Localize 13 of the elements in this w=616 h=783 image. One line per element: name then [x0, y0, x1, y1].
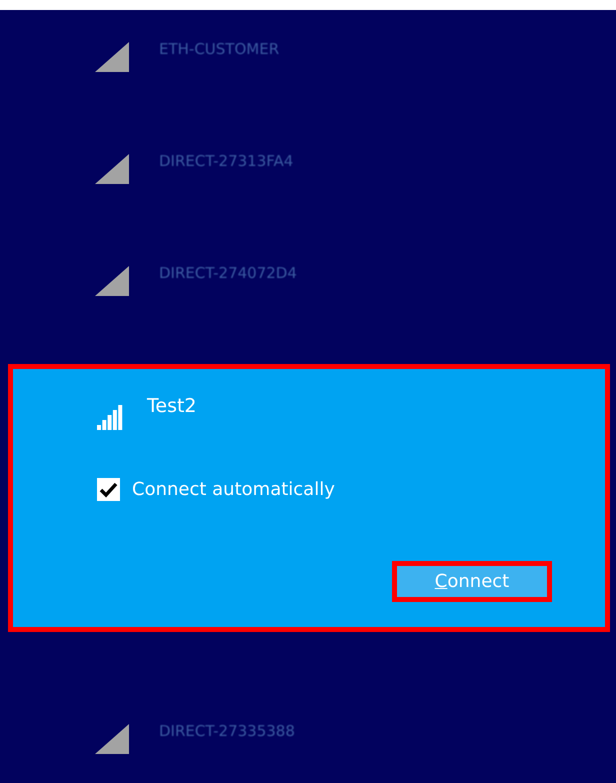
network-name[interactable]: DIRECT-27335388: [159, 722, 295, 740]
signal-icon: [95, 266, 131, 296]
signal-icon: [95, 724, 131, 754]
network-name[interactable]: DIRECT-274072D4: [159, 264, 297, 282]
network-name: Test2: [147, 395, 197, 417]
network-name[interactable]: DIRECT-27313FA4: [159, 152, 294, 170]
connect-button[interactable]: Connect: [392, 561, 552, 602]
checkbox[interactable]: [97, 478, 120, 501]
signal-icon: [95, 42, 131, 72]
checkbox-label: Connect automatically: [132, 479, 335, 500]
network-name[interactable]: ETH-CUSTOMER: [159, 40, 280, 58]
signal-icon: [95, 154, 131, 184]
selected-network-panel[interactable]: Test2 Connect automatically Connect: [8, 364, 610, 632]
